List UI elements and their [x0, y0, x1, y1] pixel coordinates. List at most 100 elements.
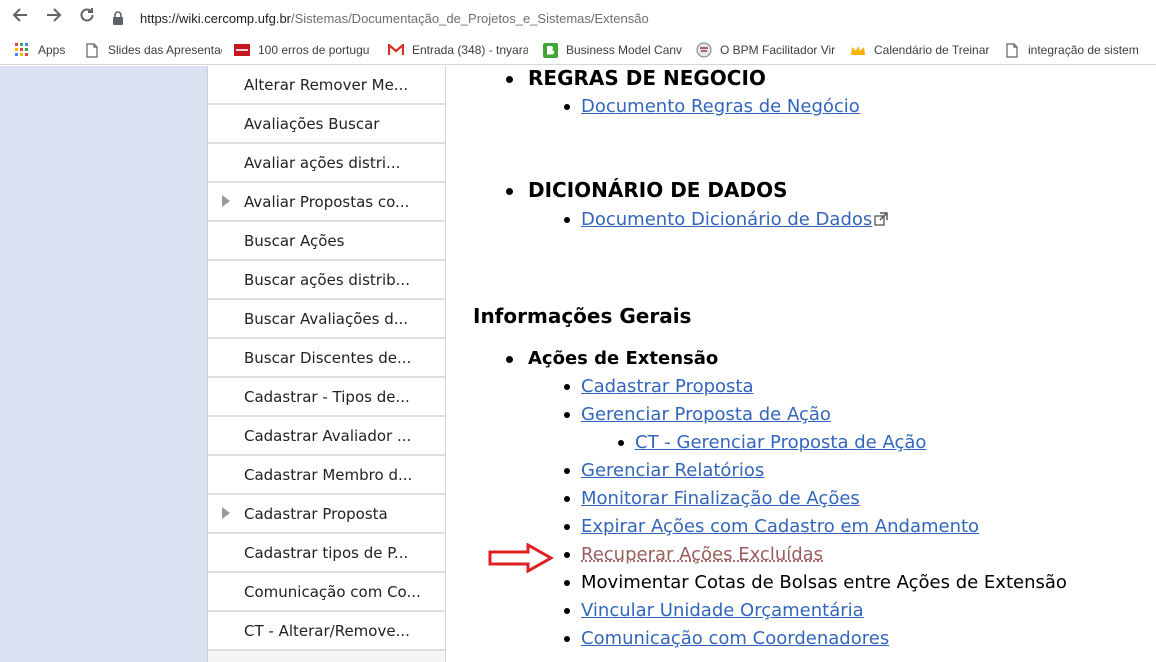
list-item: Recuperar Ações Excluídas	[564, 544, 823, 565]
sidebar-nav: Alterar Remover Me... Avaliações Buscar Av…	[207, 66, 446, 662]
heading-dicionario: DICIONÁRIO DE DADOS	[506, 178, 788, 202]
bookmark-label: 100 erros de portugu	[258, 43, 370, 57]
list-item: Comunicação com Coordenadores	[564, 628, 889, 649]
content-link[interactable]: Cadastrar Proposta	[581, 376, 754, 397]
sidebar-item[interactable]: Cadastrar Avaliador ...	[208, 417, 445, 456]
content-link[interactable]: Comunicação com Coordenadores	[581, 628, 889, 649]
sidebar-item[interactable]: Cadastrar tipos de P...	[208, 534, 445, 573]
sidebar-item-label: Avaliar ações distri...	[244, 153, 401, 172]
url-host: https://wiki.cercomp.ufg.br	[140, 10, 291, 26]
bullet	[506, 76, 513, 83]
bullet	[564, 552, 570, 558]
bullet	[564, 468, 570, 474]
browser-toolbar: https://wiki.cercomp.ufg.br/Sistemas/Doc…	[0, 0, 1156, 36]
bookmark-label: Apps	[38, 43, 66, 57]
b-green-icon	[542, 42, 558, 58]
sidebar-item[interactable]: Comunicação com Co...	[208, 573, 445, 612]
content-link[interactable]: Gerenciar Proposta de Ação	[581, 404, 831, 425]
left-background-panel	[0, 66, 208, 662]
link-dicionario-dados[interactable]: Documento Dicionário de Dados	[581, 209, 872, 230]
bookmark-100-erros[interactable]: 100 erros de portugu	[234, 36, 374, 64]
content-link[interactable]: Gerenciar Relatórios	[581, 460, 764, 481]
bullet	[564, 217, 570, 223]
bullet	[564, 524, 570, 530]
bookmarks-bar: Apps Slides das Apresentaç 100 erros de …	[0, 36, 1156, 65]
sidebar-item[interactable]: Buscar Discentes de...	[208, 339, 445, 378]
sidebar-item[interactable]: Buscar ações distrib...	[208, 261, 445, 300]
sidebar-item[interactable]: Buscar Ações	[208, 222, 445, 261]
bookmark-gmail[interactable]: Entrada (348) - tnyara	[388, 36, 528, 64]
list-item: Gerenciar Proposta de Ação	[564, 404, 831, 425]
content-link[interactable]: CT - Gerenciar Proposta de Ação	[635, 432, 926, 453]
bookmark-slides[interactable]: Slides das Apresentaç	[84, 36, 222, 64]
reload-svg	[80, 8, 94, 22]
document-svg	[86, 42, 98, 58]
bookmark-bpm[interactable]: O BPM Facilitador Vir	[696, 36, 836, 64]
apps-grid-svg	[15, 43, 28, 56]
sidebar-item[interactable]: Avaliar ações distri...	[208, 144, 445, 183]
forward-arrow-svg	[47, 8, 62, 22]
content-link[interactable]: Monitorar Finalização de Ações	[581, 488, 860, 509]
sidebar-list: Alterar Remover Me... Avaliações Buscar Av…	[208, 66, 445, 651]
bookmark-integracao[interactable]: integração de sistem	[1004, 36, 1154, 64]
sidebar-item-label: CT - Alterar/Remove...	[244, 621, 410, 640]
bookmark-label: O BPM Facilitador Vir	[720, 43, 836, 57]
sidebar-item[interactable]: Alterar Remover Me...	[208, 66, 445, 105]
list-item: Monitorar Finalização de Ações	[564, 488, 860, 509]
heading-dicionario-text: DICIONÁRIO DE DADOS	[528, 178, 788, 202]
heading-regras: REGRAS DE NEGOCIO	[506, 66, 766, 90]
bookmark-apps[interactable]: Apps	[14, 36, 74, 64]
crown-svg	[851, 45, 865, 55]
red-book-svg	[234, 44, 250, 56]
list-item: CT - Gerenciar Proposta de Ação	[618, 432, 926, 453]
sidebar-item[interactable]: CT - Alterar/Remove...	[208, 612, 445, 651]
sidebar-item-label: Cadastrar Membro d...	[244, 465, 413, 484]
reload-icon[interactable]	[75, 6, 99, 30]
bookmark-business-model[interactable]: Business Model Canv	[542, 36, 682, 64]
bookmark-label: Calendário de Treinar	[874, 43, 990, 57]
sidebar-item-label: Avaliar Propostas co...	[244, 192, 410, 211]
bullet	[618, 440, 624, 446]
bookmark-label: Business Model Canv	[566, 43, 682, 57]
heading-acoes-extensao: Ações de Extensão	[506, 348, 719, 369]
url-path: /Sistemas/Documentação_de_Projetos_e_Sis…	[291, 10, 649, 26]
sidebar-item-label: Buscar ações distrib...	[244, 270, 410, 289]
bullet	[564, 104, 570, 110]
bookmark-label: Slides das Apresentaç	[108, 43, 222, 57]
heading-regras-text: REGRAS DE NEGOCIO	[528, 66, 766, 90]
sidebar-item[interactable]: Cadastrar - Tipos de...	[208, 378, 445, 417]
sidebar-item[interactable]: Cadastrar Membro d...	[208, 456, 445, 495]
external-link-svg	[874, 212, 889, 226]
red-annotation-arrow-icon	[488, 543, 554, 573]
sidebar-item-label: Alterar Remover Me...	[244, 75, 409, 94]
address-bar[interactable]: https://wiki.cercomp.ufg.br/Sistemas/Doc…	[112, 6, 1152, 30]
bullet	[564, 636, 570, 642]
forward-arrow-icon[interactable]	[42, 6, 66, 30]
list-item: Expirar Ações com Cadastro em Andamento	[564, 516, 979, 537]
sidebar-item[interactable]: Avaliações Buscar	[208, 105, 445, 144]
gmail-icon	[388, 42, 404, 58]
back-arrow-icon[interactable]	[8, 6, 32, 30]
heading-acoes-text: Ações de Extensão	[528, 348, 719, 369]
sidebar-item[interactable]: Avaliar Propostas co...	[208, 183, 445, 222]
bookmark-calendario[interactable]: Calendário de Treinar	[850, 36, 990, 64]
bpm-svg	[696, 42, 712, 58]
expand-triangle-icon[interactable]	[222, 195, 230, 207]
list-item: Vincular Unidade Orçamentária	[564, 600, 864, 621]
sidebar-item-label: Buscar Discentes de...	[244, 348, 412, 367]
sidebar-item[interactable]: Cadastrar Proposta	[208, 495, 445, 534]
list-item: Movimentar Cotas de Bolsas entre Ações d…	[564, 572, 1067, 593]
content-link[interactable]: Recuperar Ações Excluídas	[581, 544, 823, 565]
list-item: Gerenciar Relatórios	[564, 460, 764, 481]
lock-svg	[113, 11, 123, 25]
back-arrow-svg	[12, 8, 27, 22]
bullet	[564, 496, 570, 502]
list-item-text: Movimentar Cotas de Bolsas entre Ações d…	[581, 572, 1067, 593]
section-title-informacoes: Informações Gerais	[473, 304, 692, 328]
content-link[interactable]: Vincular Unidade Orçamentária	[581, 600, 864, 621]
external-link-icon	[874, 210, 889, 226]
content-link[interactable]: Expirar Ações com Cadastro em Andamento	[581, 516, 979, 537]
sidebar-item[interactable]: Buscar Avaliações d...	[208, 300, 445, 339]
link-regras-negocio[interactable]: Documento Regras de Negócio	[581, 96, 860, 117]
expand-triangle-icon[interactable]	[222, 507, 230, 519]
